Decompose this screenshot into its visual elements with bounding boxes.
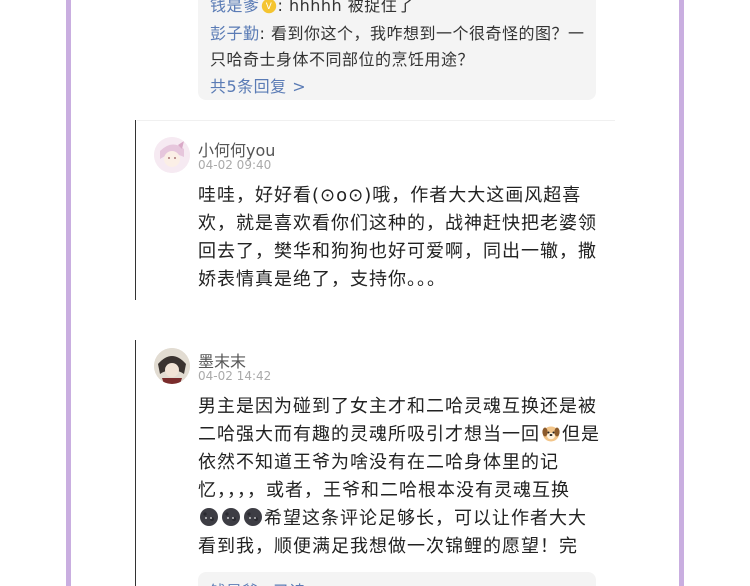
comment-text-segment: 希望这条评论足够长，可以让作者大大	[264, 508, 587, 529]
view-more-replies-link[interactable]: 共5条回复 >	[210, 73, 306, 97]
svg-text:V: V	[265, 2, 271, 12]
comment-line: 男主是因为碰到了女主才和二哈灵魂互换还是被	[198, 396, 597, 417]
dog-emoji-icon	[542, 426, 560, 442]
reply-author[interactable]: 钱是爹 · 已读	[210, 578, 305, 586]
comment-line: 欢，就是喜欢看你们这种的，战神赶快把老婆领	[198, 213, 597, 234]
comment-line: 哇哇，好好看(⊙o⊙)哦，作者大大这画风超喜	[198, 185, 582, 206]
comment-line: 希望这条评论足够长，可以让作者大大	[198, 505, 600, 533]
reply-thread-partial: 钱是爹 · 已读	[198, 572, 596, 586]
comment-line: 娇表情真是绝了，支持你。。。	[198, 269, 446, 290]
thread-divider-line	[135, 340, 136, 586]
reply-item: 钱是爹 V : hhhhh 被捉住了	[210, 0, 414, 16]
avatar-illustration-icon	[154, 348, 190, 384]
dark-moon-emoji-icon	[200, 508, 218, 526]
comment-body: 哇哇，好好看(⊙o⊙)哦，作者大大这画风超喜 欢，就是喜欢看你们这种的，战神赶快…	[198, 182, 597, 294]
comment-body: 男主是因为碰到了女主才和二哈灵魂互换还是被 二哈强大而有趣的灵魂所吸引才想当一回…	[198, 393, 600, 561]
right-frame-border	[679, 0, 684, 586]
comment-text-segment: 但是	[562, 424, 600, 445]
comment-line: 忆，，，，或者，王爷和二哈根本没有灵魂互换	[198, 480, 570, 501]
comment-line: 依然不知道王爷为啥没有在二哈身体里的记	[198, 452, 559, 473]
reply-author[interactable]: 彭子勤	[210, 24, 260, 43]
reply-text: : hhhhh 被捉住了	[277, 0, 414, 15]
dark-moon-emoji-icon	[222, 508, 240, 526]
comment-timestamp: 04-02 09:40	[198, 158, 272, 172]
vip-badge-icon: V	[261, 0, 276, 14]
comment-text-segment: 二哈强大而有趣的灵魂所吸引才想当一回	[198, 424, 540, 445]
reply-thread: 钱是爹 V : hhhhh 被捉住了 彭子勤: 看到你这个，我咋想到一个很奇怪的图？…	[198, 0, 596, 100]
reply-text: : 看到你这个，我咋想到一个很奇怪的图？一	[259, 24, 585, 43]
comment-timestamp: 04-02 14:42	[198, 369, 272, 383]
avatar[interactable]	[154, 348, 190, 384]
thread-divider-line	[135, 120, 136, 300]
avatar-illustration-icon	[154, 137, 190, 173]
comment-line: 回去了，樊华和狗狗也好可爱啊，同出一辙，撒	[198, 241, 597, 262]
comment-separator	[137, 120, 615, 121]
reply-text-continued: 只哈奇士身体不同部位的烹饪用途？	[210, 50, 475, 69]
reply-author[interactable]: 钱是爹	[210, 0, 260, 15]
comment-line: 看到我，顺便满足我想做一次锦鲤的愿望！完	[198, 536, 578, 557]
dark-moon-emoji-icon	[244, 508, 262, 526]
comment-line: 二哈强大而有趣的灵魂所吸引才想当一回 但是	[198, 421, 600, 449]
avatar[interactable]	[154, 137, 190, 173]
reply-item: 彭子勤: 看到你这个，我咋想到一个很奇怪的图？一	[210, 20, 585, 44]
